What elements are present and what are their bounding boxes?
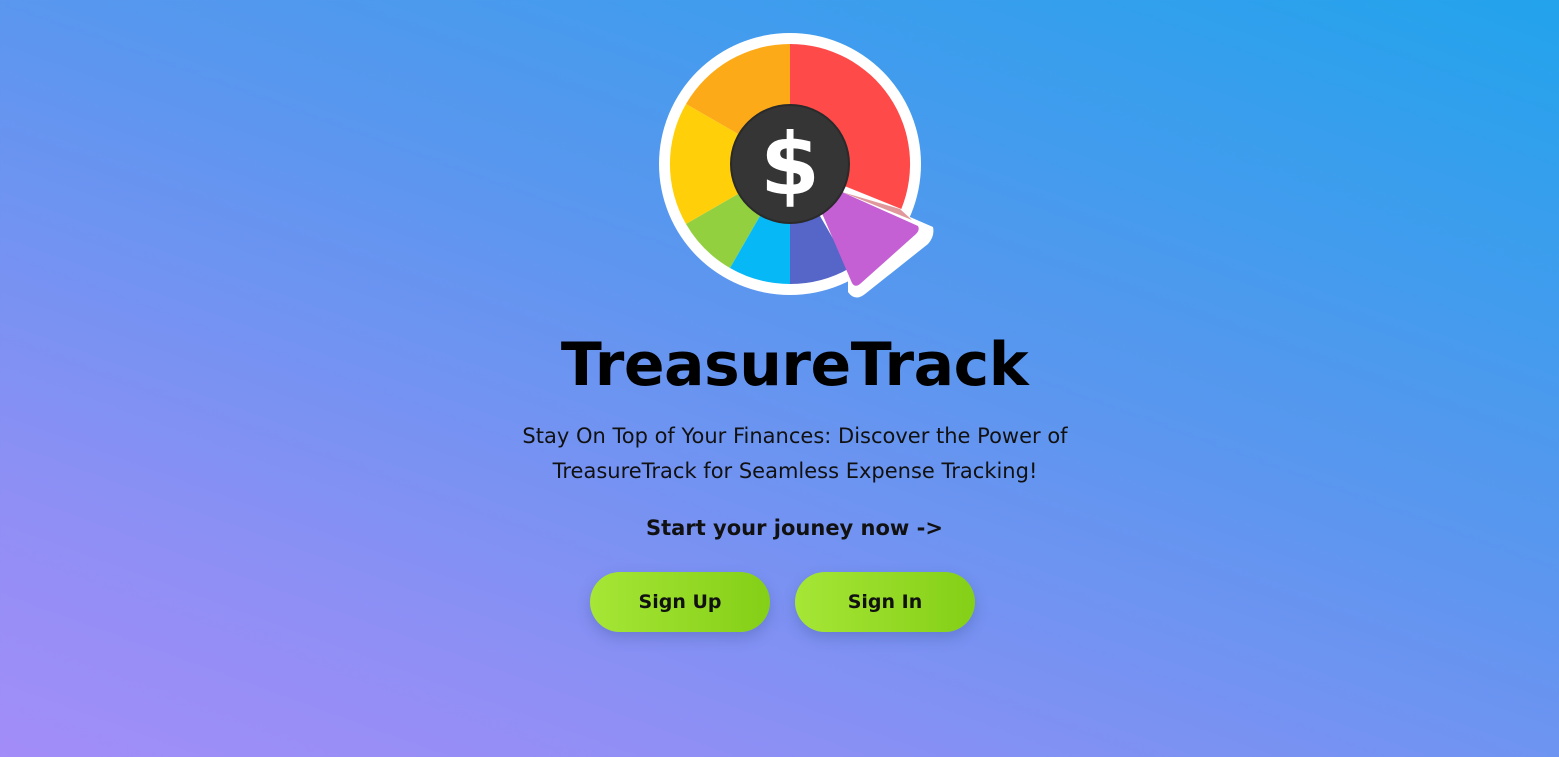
landing-page: $ TreasureTrack Stay On Top of Your Fina… — [0, 0, 1559, 757]
app-title: TreasureTrack — [560, 330, 1029, 400]
cta-text: Start your jouney now -> — [646, 516, 943, 540]
dollar-symbol: $ — [760, 115, 820, 215]
sign-up-button[interactable]: Sign Up — [590, 572, 770, 632]
dollar-pie-chart-icon: $ — [650, 22, 950, 312]
tagline: Stay On Top of Your Finances: Discover t… — [522, 424, 1068, 483]
sign-in-button[interactable]: Sign In — [795, 572, 975, 632]
